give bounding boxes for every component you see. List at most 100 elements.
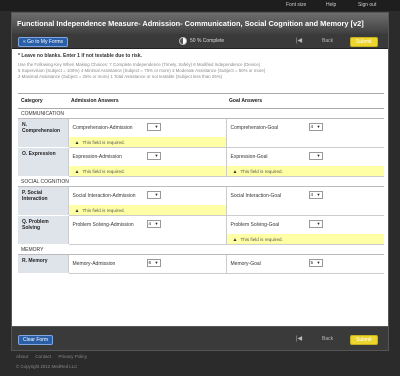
required-message: ▲ This field is required. [226,234,384,244]
category-label: O. Expression [18,147,68,177]
warning-icon: ▲ [232,169,238,175]
section-header: MEMORY [18,244,384,255]
required-message: ▲ This field is required. [68,137,226,147]
goal-cell: Comprehension-Goal 4 ▼ [225,118,384,148]
copyright: © Copyright 2012 MedRed LLC [16,364,78,369]
chevron-down-icon: ▼ [316,124,321,129]
chevron-down-icon: ▼ [316,221,321,226]
section-title: MEMORY [18,244,384,255]
admission-label: Comprehension-Admission [72,125,133,131]
page-title: Functional Independence Measure- Admissi… [12,13,388,34]
progress-text: 50 % Complete [190,38,225,44]
top-nav-bar: Font size Help Sign out [0,0,400,11]
font-size-link[interactable]: Font size [286,2,306,8]
required-message: ▲ This field is required. [68,166,226,176]
admission-select-value: 6 [148,260,152,265]
goal-cell: Memory-Goal 5 ▼ [225,254,384,274]
goal-cell: Problem Solving-Goal ▼ ▲ This field is requ… [225,215,384,245]
required-text: This field is required. [82,140,125,145]
required-message: ▲ This field is required. [226,166,384,176]
first-page-icon[interactable]: |◀ [296,37,302,45]
chevron-down-icon: ▼ [316,153,321,158]
goal-select[interactable]: 5 ▼ [308,259,323,267]
chevron-down-icon: ▼ [316,192,321,197]
required-text: This field is required. [240,237,283,242]
admission-select[interactable]: ▼ [146,152,161,160]
last-page-icon[interactable]: |◀ [296,335,302,343]
form-row: N. Comprehension Comprehension-Admission ▼… [18,118,384,148]
category-label: R. Memory [18,254,68,274]
warning-icon: ▲ [74,140,80,146]
back-button-bottom[interactable]: Back [322,335,333,343]
goal-select-value: 4 [310,124,314,129]
goal-select[interactable]: 4 ▼ [308,191,323,199]
chevron-down-icon: ▼ [154,260,159,265]
warning-icon: ▲ [74,169,80,175]
admission-label: Memory-Admission [72,261,116,267]
required-text: This field is required. [82,169,125,174]
chevron-down-icon: ▼ [154,221,159,226]
clear-form-button[interactable]: Clear Form [18,335,54,345]
warning-icon: ▲ [74,208,80,214]
category-label: Q. Problem Solving [18,215,68,245]
category-label: P. Social Interaction [18,186,68,216]
progress-indicator: 50 % Complete [179,37,224,45]
admission-cell: Memory-Admission 6 ▼ [67,254,226,274]
goal-label: Comprehension-Goal [230,125,279,131]
col-header-category: Category [18,93,68,109]
admission-select[interactable]: ▼ [146,191,161,199]
goal-select-value: 5 [310,260,314,265]
admission-label: Social Interaction-Admission [72,193,136,199]
admission-cell: Comprehension-Admission ▼ ▲ This field is r… [67,118,226,148]
goal-label: Social Interaction-Goal [230,193,282,199]
admission-select[interactable]: ▼ [146,123,161,131]
goal-label: Expression-Goal [230,154,268,160]
progress-pie-icon [179,37,187,45]
submit-button[interactable]: Submit [350,37,378,47]
admission-select[interactable]: 6 ▼ [146,259,161,267]
admission-cell: Expression-Admission ▼ ▲ This field is requ… [67,147,226,177]
bottom-toolbar: Clear Form |◀ Back Submit [12,326,388,350]
goal-select[interactable]: 4 ▼ [308,123,323,131]
goal-select[interactable]: ▼ [308,152,323,160]
fim-form-table: Category Admission Answers Goal Answers … [18,93,384,274]
section-header: COMMUNICATION [18,108,384,119]
goal-cell: Social Interaction-Goal 4 ▼ [225,186,384,216]
required-text: This field is required. [240,169,283,174]
help-link[interactable]: Help [326,2,336,8]
goal-select[interactable]: ▼ [308,220,323,228]
section-title: COMMUNICATION [18,108,384,119]
contact-link[interactable]: Contact [35,354,51,359]
required-message: ▲ This field is required. [68,205,226,215]
category-label: N. Comprehension [18,118,68,148]
goal-select-value: 4 [310,192,314,197]
go-to-my-forms-button[interactable]: « Go to My Forms [18,37,69,47]
chevron-down-icon: ▼ [154,124,159,129]
col-header-goal: Goal Answers [226,93,384,109]
section-title: SOCIAL COGNITION [18,176,384,187]
chevron-down-icon: ▼ [316,260,321,265]
goal-label: Memory-Goal [230,261,261,267]
privacy-policy-link[interactable]: Privacy Policy [58,354,87,359]
chevron-down-icon: ▼ [154,153,159,158]
submit-button-bottom[interactable]: Submit [350,335,378,345]
goal-label: Problem Solving-Goal [230,222,280,228]
warning-icon: ▲ [232,237,238,243]
form-body: COMMUNICATION N. Comprehension Comprehensi… [18,108,384,274]
footer-links: About Contact Privacy Policy [16,354,93,359]
admission-label: Problem Solving-Admission [72,222,134,228]
sign-out-link[interactable]: Sign out [358,2,376,8]
form-row: R. Memory Memory-Admission 6 ▼ Memory-Goal 5 ▼ [18,254,384,274]
admission-cell: Problem Solving-Admission 4 ▼ [67,215,226,245]
section-header: SOCIAL COGNITION [18,176,384,187]
instructions: * Leave no blanks. Enter 1 if not testab… [12,49,388,93]
chevron-down-icon: ▼ [154,192,159,197]
form-window: Functional Independence Measure- Admissi… [11,12,389,351]
form-row: O. Expression Expression-Admission ▼ ▲ This … [18,147,384,177]
goal-cell: Expression-Goal ▼ ▲ This field is required. [225,147,384,177]
back-button[interactable]: Back [322,37,333,45]
admission-select[interactable]: 4 ▼ [146,220,161,228]
col-header-admission: Admission Answers [68,93,226,109]
required-text: This field is required. [82,208,125,213]
about-link[interactable]: About [16,354,28,359]
